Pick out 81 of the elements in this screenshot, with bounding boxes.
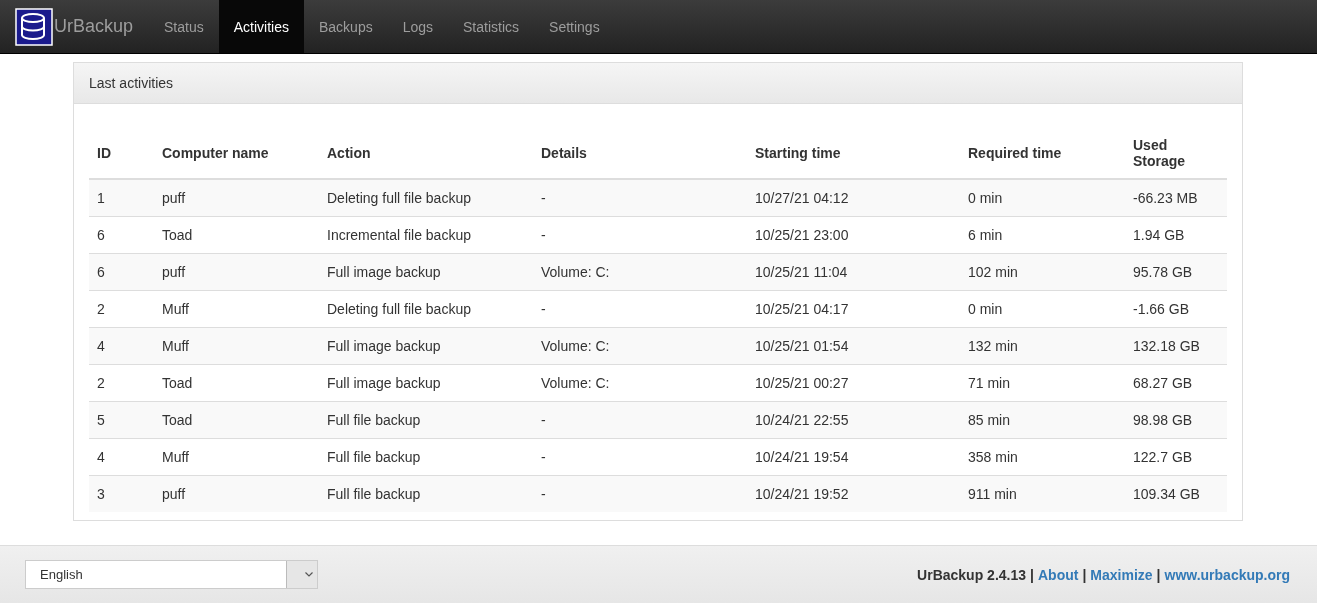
nav-tab[interactable]: Activities [218, 0, 304, 53]
table-cell: 1 [89, 179, 154, 217]
footer-link[interactable]: Maximize [1090, 566, 1153, 583]
table-cell: Toad [154, 401, 319, 439]
table-cell: 10/25/21 00:27 [747, 364, 960, 402]
footer-link[interactable]: www.urbackup.org [1164, 566, 1290, 583]
language-select[interactable]: English [25, 560, 318, 589]
footer-link[interactable]: About [1037, 566, 1079, 583]
table-cell: - [533, 475, 747, 512]
nav-tab[interactable]: Logs [387, 0, 449, 53]
table-cell: 10/24/21 19:54 [747, 438, 960, 476]
table-cell: 0 min [960, 179, 1125, 217]
table-cell: - [533, 179, 747, 217]
table-cell: 132 min [960, 327, 1125, 365]
table-cell: Volume: C: [533, 253, 747, 291]
table-cell: 6 min [960, 216, 1125, 254]
separator-text: | [1156, 566, 1161, 583]
chevron-down-icon [305, 572, 313, 577]
table-cell: 109.34 GB [1125, 475, 1227, 512]
table-cell: Toad [154, 216, 319, 254]
table-cell: - [533, 438, 747, 476]
separator-text: | [1030, 566, 1034, 583]
table-cell: 95.78 GB [1125, 253, 1227, 291]
nav-tab[interactable]: Statistics [448, 0, 535, 53]
table-cell: -1.66 GB [1125, 290, 1227, 328]
version-text: UrBackup 2.4.13 [917, 566, 1027, 583]
table-cell: 122.7 GB [1125, 438, 1227, 476]
table-cell: 2 [89, 364, 154, 402]
table-cell: Deleting full file backup [319, 290, 533, 328]
table-cell: 4 [89, 327, 154, 365]
table-cell: 71 min [960, 364, 1125, 402]
table-cell: puff [154, 253, 319, 291]
panel-title: Last activities [89, 75, 174, 91]
table-cell: Muff [154, 290, 319, 328]
table-cell: 10/25/21 23:00 [747, 216, 960, 254]
table-cell: Toad [154, 364, 319, 402]
table-cell: 358 min [960, 438, 1125, 476]
separator-text: | [1082, 566, 1087, 583]
table-cell: 2 [89, 290, 154, 328]
table-cell: 1.94 GB [1125, 216, 1227, 254]
table-cell: - [533, 290, 747, 328]
table-cell: Volume: C: [533, 327, 747, 365]
table-cell: 911 min [960, 475, 1125, 512]
table-cell: 68.27 GB [1125, 364, 1227, 402]
table-cell: 5 [89, 401, 154, 439]
table-cell: 102 min [960, 253, 1125, 291]
table-cell: 10/25/21 01:54 [747, 327, 960, 365]
nav-tab[interactable]: Settings [534, 0, 615, 53]
table-cell: 6 [89, 253, 154, 291]
table-cell: puff [154, 475, 319, 512]
table-cell: 0 min [960, 290, 1125, 328]
table-cell: 4 [89, 438, 154, 476]
table-cell: Muff [154, 438, 319, 476]
database-logo-icon [15, 7, 53, 46]
table-cell: Full file backup [319, 475, 533, 512]
table-cell: 85 min [960, 401, 1125, 439]
table-cell: - [533, 216, 747, 254]
table-cell: 98.98 GB [1125, 401, 1227, 439]
table-cell: Deleting full file backup [319, 179, 533, 217]
table-cell: 10/24/21 22:55 [747, 401, 960, 439]
table-cell: -66.23 MB [1125, 179, 1227, 217]
table-cell: Full file backup [319, 401, 533, 439]
table-cell: Incremental file backup [319, 216, 533, 254]
table-cell: Full file backup [319, 438, 533, 476]
table-cell: Full image backup [319, 253, 533, 291]
table-cell: - [533, 401, 747, 439]
nav-tab[interactable]: Backups [303, 0, 388, 53]
brand-link[interactable]: UrBackup [15, 0, 134, 53]
table-cell: Full image backup [319, 364, 533, 402]
nav-tab[interactable]: Status [149, 0, 219, 53]
table-cell: 10/27/21 04:12 [747, 179, 960, 217]
table-cell: 10/24/21 19:52 [747, 475, 960, 512]
table-cell: Volume: C: [533, 364, 747, 402]
table-cell: 3 [89, 475, 154, 512]
table-cell: 10/25/21 04:17 [747, 290, 960, 328]
table-cell: Full image backup [319, 327, 533, 365]
table-cell: 132.18 GB [1125, 327, 1227, 365]
table-cell: puff [154, 179, 319, 217]
table-cell: 6 [89, 216, 154, 254]
table-cell: 10/25/21 11:04 [747, 253, 960, 291]
table-cell: Muff [154, 327, 319, 365]
